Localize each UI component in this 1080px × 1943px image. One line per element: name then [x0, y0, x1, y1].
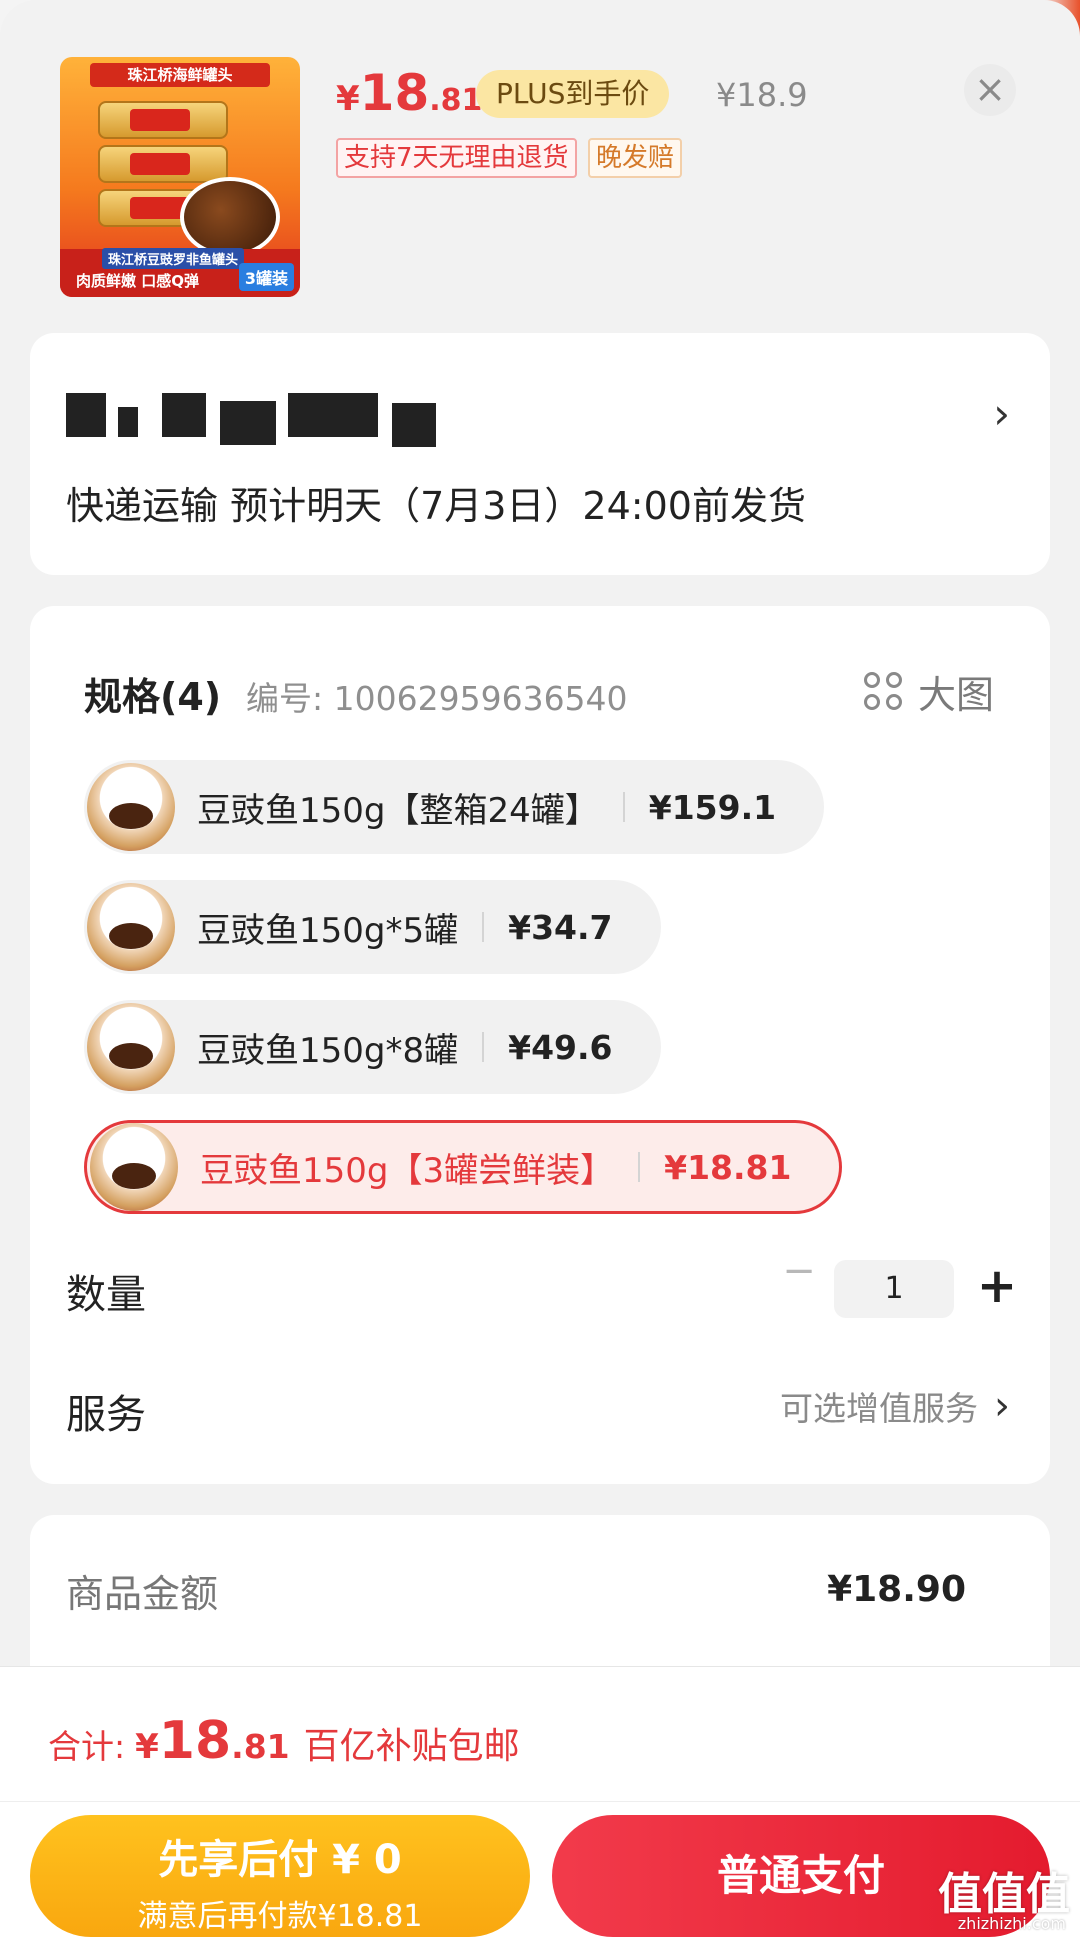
option-name: 豆豉鱼150g【整箱24罐】: [197, 790, 599, 831]
chevron-right-icon: ›: [993, 389, 1010, 438]
thumb-bottom-label: 肉质鲜嫩 口感Q弹: [76, 272, 199, 290]
option-price: ¥49.6: [508, 1027, 613, 1067]
total-note: 百亿补贴包邮: [303, 1726, 520, 1767]
shipping-estimate: 快递运输 预计明天（7月3日）24:00前发货: [66, 484, 806, 528]
product-code: 编号: 10062959636540: [246, 679, 628, 718]
option-price: ¥159.1: [648, 787, 777, 827]
spec-card: 规格(4) 编号: 10062959636540 大图 豆豉鱼150g【整箱24…: [30, 606, 1050, 1484]
price-currency: ¥: [336, 79, 360, 119]
return-policy-tag: 支持7天无理由退货: [336, 138, 577, 178]
total-currency: ¥: [135, 1727, 159, 1767]
option-price: ¥34.7: [508, 907, 613, 947]
total-label: 合计:: [48, 1727, 126, 1766]
price-decimal: .81: [429, 83, 483, 118]
watermark-logo: 值值值: [938, 1869, 1070, 1920]
option-name: 豆豉鱼150g*8罐: [197, 1030, 459, 1071]
food-plate-image: [180, 177, 280, 257]
spec-option[interactable]: 豆豉鱼150g*5罐 ¥34.7: [84, 880, 661, 974]
thumb-badge: 3罐装: [238, 263, 294, 291]
service-selector[interactable]: 可选增值服务 ›: [780, 1382, 1010, 1430]
option-divider: [482, 912, 485, 942]
can-image: [98, 145, 228, 183]
order-total: 合计: ¥18.81 百亿补贴包邮: [48, 1711, 520, 1771]
big-picture-toggle[interactable]: 大图: [863, 664, 994, 719]
chevron-right-icon: ›: [994, 1383, 1010, 1429]
goods-amount-value: ¥18.90: [827, 1569, 966, 1610]
option-thumbnail: [87, 1003, 175, 1091]
total-integer: 18: [158, 1711, 232, 1771]
spec-option[interactable]: 豆豉鱼150g【整箱24罐】 ¥159.1: [84, 760, 825, 854]
redacted-address: [66, 393, 486, 447]
goods-amount-label: 商品金额: [66, 1572, 219, 1616]
grid-icon: [863, 671, 904, 712]
thumb-top-label: 珠江桥海鲜罐头: [90, 63, 270, 87]
footer-divider: [0, 1801, 1080, 1802]
option-thumbnail: [87, 763, 175, 851]
option-thumbnail: [90, 1123, 178, 1211]
thumb-band-label: 珠江桥豆豉罗非鱼罐头: [102, 248, 245, 269]
quantity-input[interactable]: 1: [834, 1260, 954, 1318]
option-thumbnail: [87, 883, 175, 971]
checkout-footer: 合计: ¥18.81 百亿补贴包邮 先享后付 ¥ 0 满意后再付款¥18.81 普通…: [0, 1666, 1080, 1943]
spec-option-selected[interactable]: 豆豉鱼150g【3罐尝鲜装】 ¥18.81: [84, 1120, 843, 1214]
quantity-label: 数量: [66, 1272, 146, 1318]
product-thumbnail: 珠江桥海鲜罐头 珠江桥豆豉罗非鱼罐头 肉质鲜嫩 口感Q弹 3罐装: [60, 57, 300, 297]
purchase-sheet: 珠江桥海鲜罐头 珠江桥豆豉罗非鱼罐头 肉质鲜嫩 口感Q弹 3罐装 ¥18.81 …: [0, 0, 1080, 1943]
product-price: ¥18.81: [336, 64, 482, 122]
plus-price-tag: PLUS到手价: [476, 70, 670, 118]
option-name: 豆豉鱼150g*5罐: [197, 910, 459, 951]
quantity-increase-button[interactable]: +: [972, 1258, 1022, 1314]
service-value: 可选增值服务: [780, 1389, 978, 1428]
spec-option[interactable]: 豆豉鱼150g*8罐 ¥49.6: [84, 1000, 661, 1094]
late-delivery-tag: 晚发赔: [588, 138, 683, 178]
pay-later-title: 先享后付 ¥ 0: [158, 1837, 402, 1883]
spec-title: 规格(4): [84, 675, 222, 719]
option-name: 豆豉鱼150g【3罐尝鲜装】: [200, 1150, 615, 1191]
option-price: ¥18.81: [664, 1147, 792, 1187]
pay-later-button[interactable]: 先享后付 ¥ 0 满意后再付款¥18.81: [30, 1815, 530, 1937]
original-price: ¥18.9: [716, 76, 808, 114]
big-picture-label: 大图: [917, 673, 994, 717]
total-decimal: .81: [231, 1727, 290, 1766]
close-icon: ×: [974, 67, 1006, 111]
price-integer: 18: [359, 64, 430, 122]
option-divider: [622, 792, 625, 822]
service-label: 服务: [66, 1392, 146, 1438]
pay-later-subtitle: 满意后再付款¥18.81: [137, 1899, 423, 1934]
option-divider: [638, 1152, 641, 1182]
watermark-url: zhizhizhi.com: [957, 1914, 1066, 1933]
quantity-decrease-button[interactable]: −: [774, 1248, 824, 1298]
can-image: [98, 101, 228, 139]
address-card[interactable]: › 快递运输 预计明天（7月3日）24:00前发货: [30, 333, 1050, 575]
close-button[interactable]: ×: [964, 64, 1016, 116]
option-divider: [482, 1032, 485, 1062]
